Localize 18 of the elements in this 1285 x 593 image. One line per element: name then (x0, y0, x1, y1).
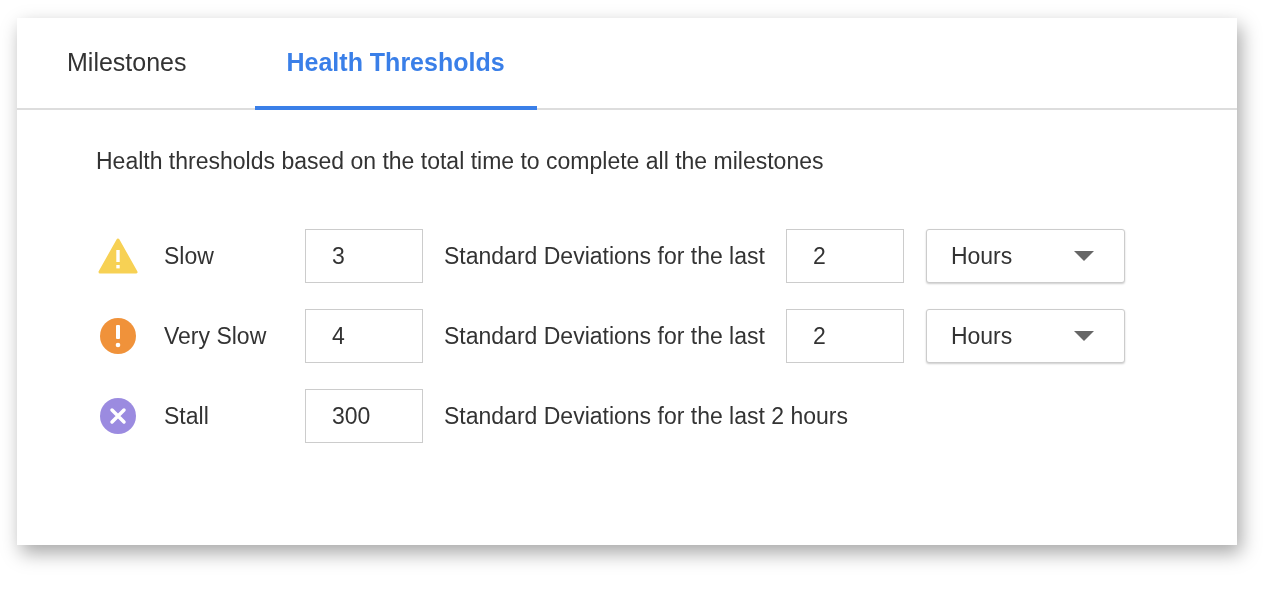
description-text: Health thresholds based on the total time to complete all the milestones (96, 148, 825, 175)
period-input[interactable]: 2 (785, 229, 904, 283)
threshold-label: Very Slow (164, 322, 268, 350)
deviation-input[interactable]: 3 (305, 229, 423, 283)
tab[interactable]: Milestones (35, 18, 219, 110)
deviation-text: Standard Deviations for the last 2 hours (444, 402, 848, 430)
caret-icon (1073, 251, 1094, 261)
threshold-label: Stall (164, 402, 210, 430)
deviation-input[interactable]: 4 (305, 309, 423, 363)
deviation-text: Standard Deviations for the last (444, 242, 765, 270)
caret-icon (1073, 331, 1094, 341)
deviation-input[interactable]: 300 (305, 389, 423, 443)
deviation-text: Standard Deviations for the last (444, 322, 765, 350)
threshold-label: Slow (164, 242, 215, 270)
period-input[interactable]: 2 (785, 309, 904, 363)
unit-dropdown[interactable]: Hours (925, 229, 1125, 283)
unit-dropdown[interactable]: Hours (925, 309, 1125, 363)
tab[interactable]: Health Thresholds (254, 18, 537, 110)
